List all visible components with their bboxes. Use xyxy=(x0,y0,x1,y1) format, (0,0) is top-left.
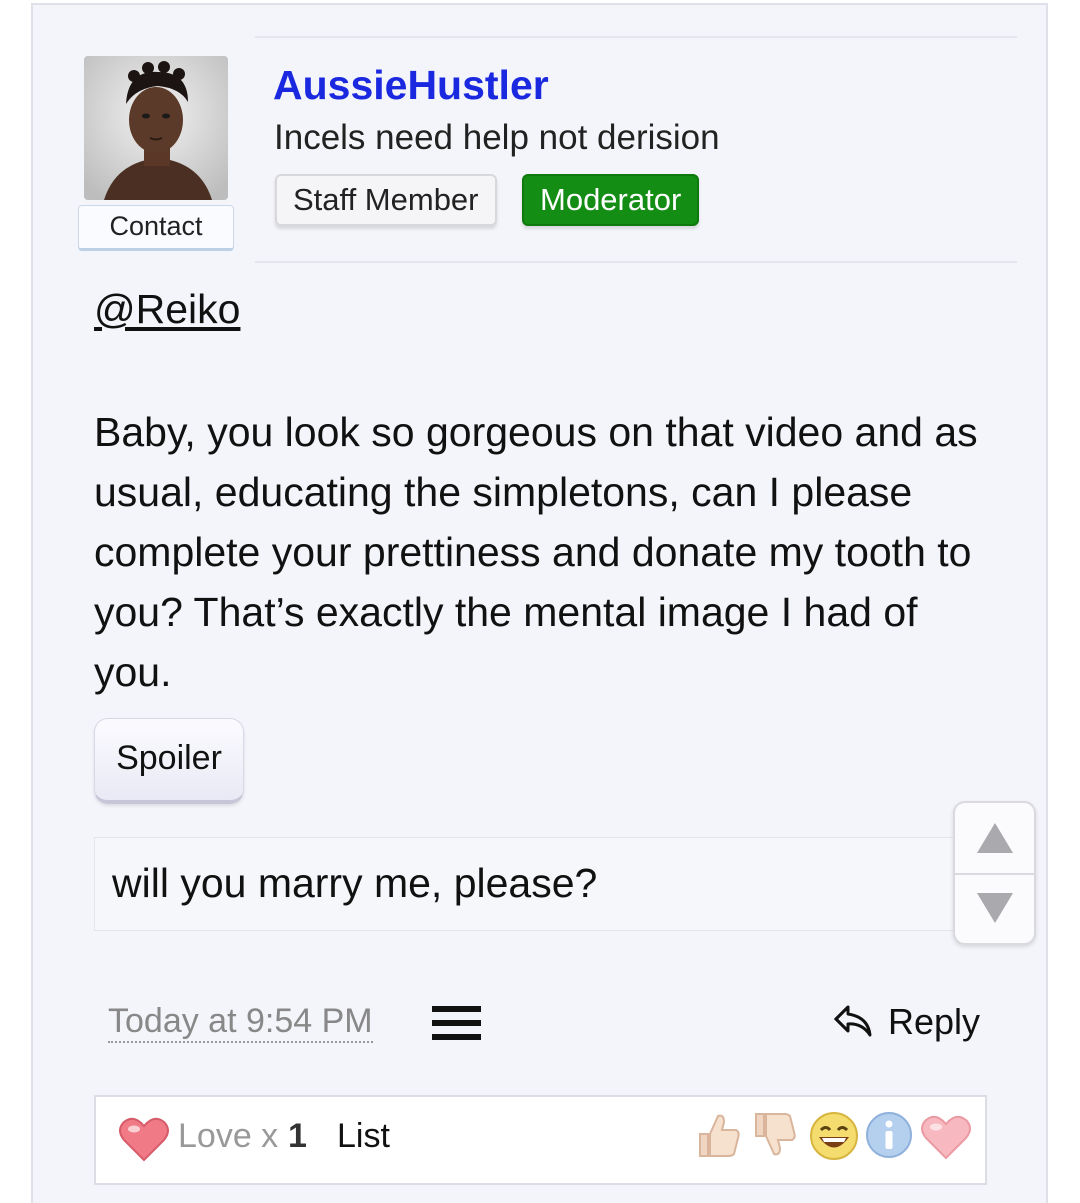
post-timestamp[interactable]: Today at 9:54 PM xyxy=(108,1001,373,1043)
reply-arrow-icon xyxy=(834,1005,872,1037)
chevron-down-icon xyxy=(976,893,1013,923)
avatar[interactable] xyxy=(84,56,228,200)
thumbs-down-icon[interactable] xyxy=(750,1110,798,1160)
header-divider-bottom xyxy=(255,261,1017,263)
reaction-list-link[interactable]: List xyxy=(337,1117,390,1156)
spoiler-button[interactable]: Spoiler xyxy=(94,718,244,804)
header-divider-top xyxy=(255,36,1017,38)
user-title: Incels need help not derision xyxy=(274,118,720,157)
thumbs-up-icon[interactable] xyxy=(694,1110,742,1160)
menu-icon[interactable] xyxy=(432,1006,481,1042)
spoiler-content: will you marry me, please? xyxy=(112,860,598,906)
scroll-up-button[interactable] xyxy=(955,803,1034,875)
reply-button[interactable]: Reply xyxy=(834,1000,980,1044)
laugh-icon[interactable] xyxy=(808,1110,860,1162)
post-body: Baby, you look so gorgeous on that video… xyxy=(94,409,978,695)
reply-label: Reply xyxy=(888,1001,981,1042)
scroll-down-button[interactable] xyxy=(955,873,1034,943)
username-link[interactable]: AussieHustler xyxy=(273,62,549,109)
info-icon[interactable] xyxy=(864,1110,914,1160)
staff-member-badge: Staff Member xyxy=(275,174,497,226)
scroll-buttons xyxy=(953,801,1036,945)
heart-icon xyxy=(119,1117,169,1162)
moderator-badge: Moderator xyxy=(522,174,700,226)
love-reaction-count[interactable]: 1 xyxy=(288,1117,307,1156)
mention-link[interactable]: @Reiko xyxy=(94,286,240,333)
chevron-up-icon xyxy=(976,823,1013,853)
love-reaction-label[interactable]: Love x xyxy=(178,1117,278,1156)
contact-button[interactable]: Contact xyxy=(78,205,234,251)
love-icon[interactable] xyxy=(920,1114,972,1160)
